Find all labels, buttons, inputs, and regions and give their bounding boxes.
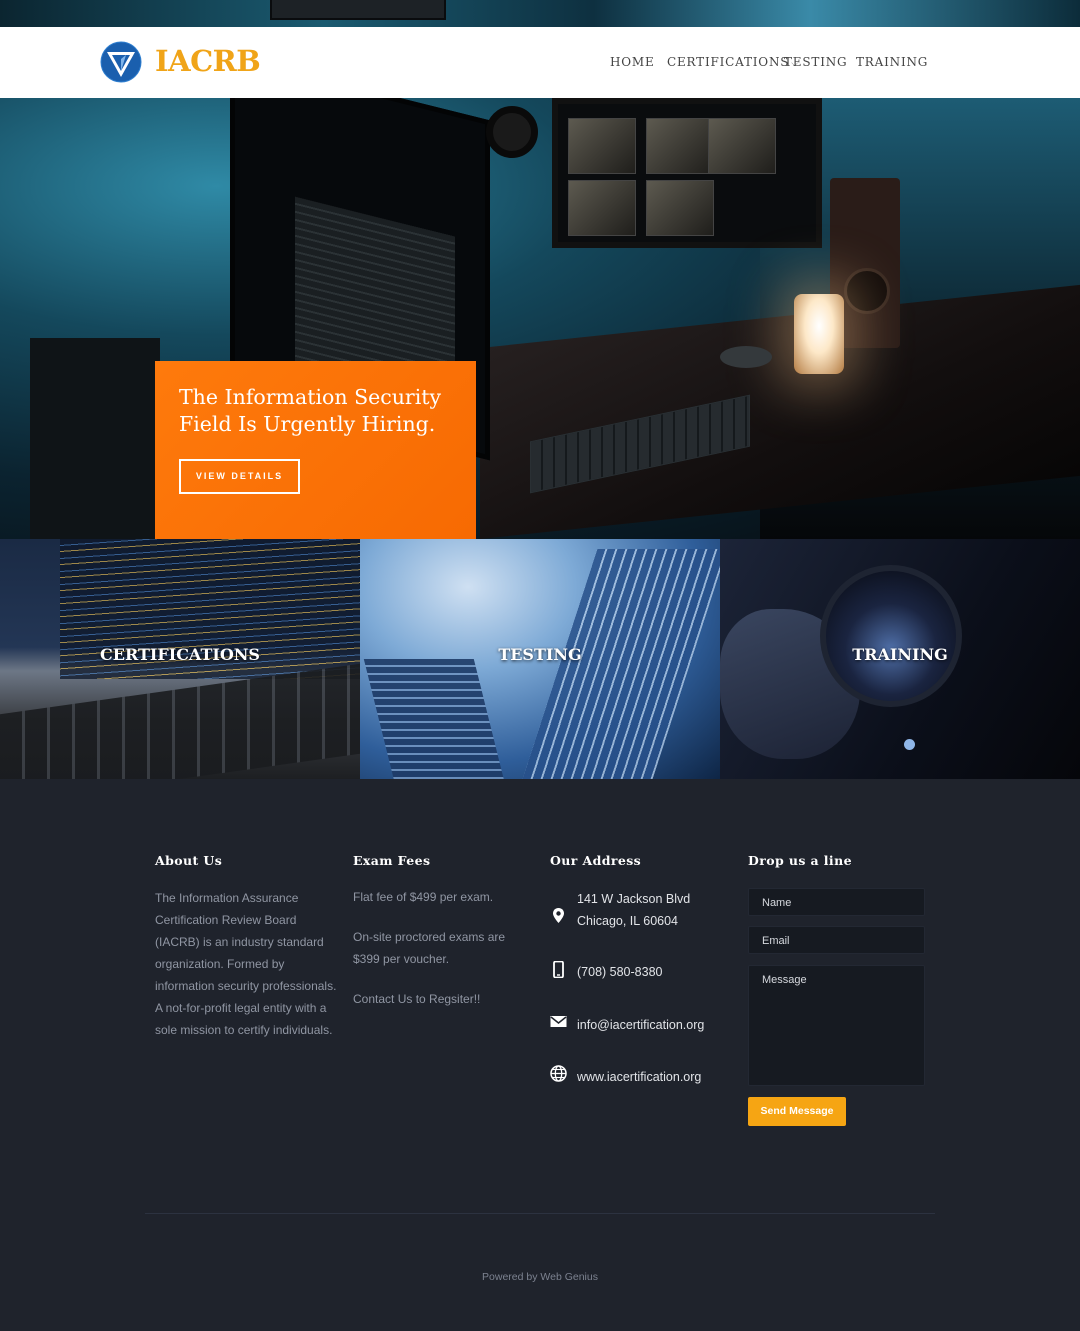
tile-label: CERTIFICATIONS: [100, 645, 260, 664]
nav-home[interactable]: HOME: [610, 55, 655, 71]
hero-bg-monitor-right: [552, 98, 822, 248]
tile-testing[interactable]: TESTING: [360, 539, 720, 779]
hero-bg-mouse: [720, 346, 772, 368]
contact-register-link[interactable]: Contact Us to Regsiter!!: [353, 989, 523, 1011]
send-message-button[interactable]: Send Message: [748, 1097, 846, 1126]
globe-icon: [550, 1065, 567, 1082]
address-title: Our Address: [550, 853, 642, 868]
building-image: [522, 549, 720, 779]
monitor-image: [270, 0, 446, 20]
phone-icon: [553, 961, 564, 978]
logo-icon[interactable]: [100, 41, 142, 83]
view-details-button[interactable]: VIEW DETAILS: [179, 459, 300, 494]
powered-by[interactable]: Powered by Web Genius: [0, 1271, 1080, 1283]
magnifier-lens-image: [820, 565, 962, 707]
envelope-icon: [550, 1016, 567, 1027]
laptop-keyboard-image: [0, 663, 360, 779]
address-phone[interactable]: (708) 580-8380: [577, 961, 662, 983]
about-title: About Us: [155, 853, 223, 868]
tile-training[interactable]: TRAINING: [720, 539, 1080, 779]
hero-bg-screen-tile: [708, 118, 776, 174]
address-email[interactable]: info@iacertification.org: [577, 1014, 704, 1036]
nav-training[interactable]: TRAINING: [856, 55, 928, 71]
hero-bg-ring-light: [486, 106, 538, 158]
address-street: 141 W Jackson Blvd: [577, 892, 691, 906]
hero-card: The Information Security Field Is Urgent…: [155, 361, 476, 539]
hero-bg-screen-tile: [568, 118, 636, 174]
hero-bg-screen-tile: [568, 180, 636, 236]
map-pin-icon: [553, 908, 564, 923]
hero-banner: The Information Security Field Is Urgent…: [0, 98, 1080, 539]
nav-certifications-label: CERTIFICATIONS: [667, 55, 790, 69]
fee-line: Flat fee of $499 per exam.: [353, 890, 494, 904]
top-hero-strip: [0, 0, 1080, 27]
address-city: Chicago, IL 60604: [577, 914, 679, 928]
about-text: The Information Assurance Certification …: [155, 891, 337, 1037]
nav-testing[interactable]: TESTING: [784, 55, 847, 71]
tile-label: TESTING: [498, 645, 582, 664]
light-dot: [904, 739, 915, 750]
email-field[interactable]: Email: [748, 926, 925, 954]
hero-bg-lamp: [794, 294, 844, 374]
hero-title: The Information Security Field Is Urgent…: [179, 385, 442, 436]
logo-text[interactable]: IACRB: [155, 44, 261, 78]
contact-title: Drop us a line: [748, 853, 852, 868]
building-image: [363, 659, 507, 779]
fees-title: Exam Fees: [353, 853, 431, 868]
address-website[interactable]: www.iacertification.org: [577, 1066, 701, 1088]
site-header: IACRB HOME CERTIFICATIONS ⌵ TESTING TRAIN…: [0, 27, 1080, 98]
footer-divider: [145, 1213, 935, 1214]
fee-line: On-site proctored exams are $399 per vou…: [353, 930, 506, 966]
site-footer: About Us The Information Assurance Certi…: [0, 779, 1080, 1331]
message-field[interactable]: Message: [748, 965, 925, 1086]
tile-label: TRAINING: [852, 645, 948, 664]
nav-certifications[interactable]: CERTIFICATIONS ⌵: [667, 55, 799, 71]
name-field[interactable]: Name: [748, 888, 925, 916]
hero-bg-screen-tile: [646, 118, 714, 174]
page: IACRB HOME CERTIFICATIONS ⌵ TESTING TRAIN…: [0, 0, 1080, 1331]
hero-bg-screen-tile: [646, 180, 714, 236]
tile-certifications[interactable]: CERTIFICATIONS: [0, 539, 360, 779]
hero-bg-speaker-left: [30, 338, 160, 539]
